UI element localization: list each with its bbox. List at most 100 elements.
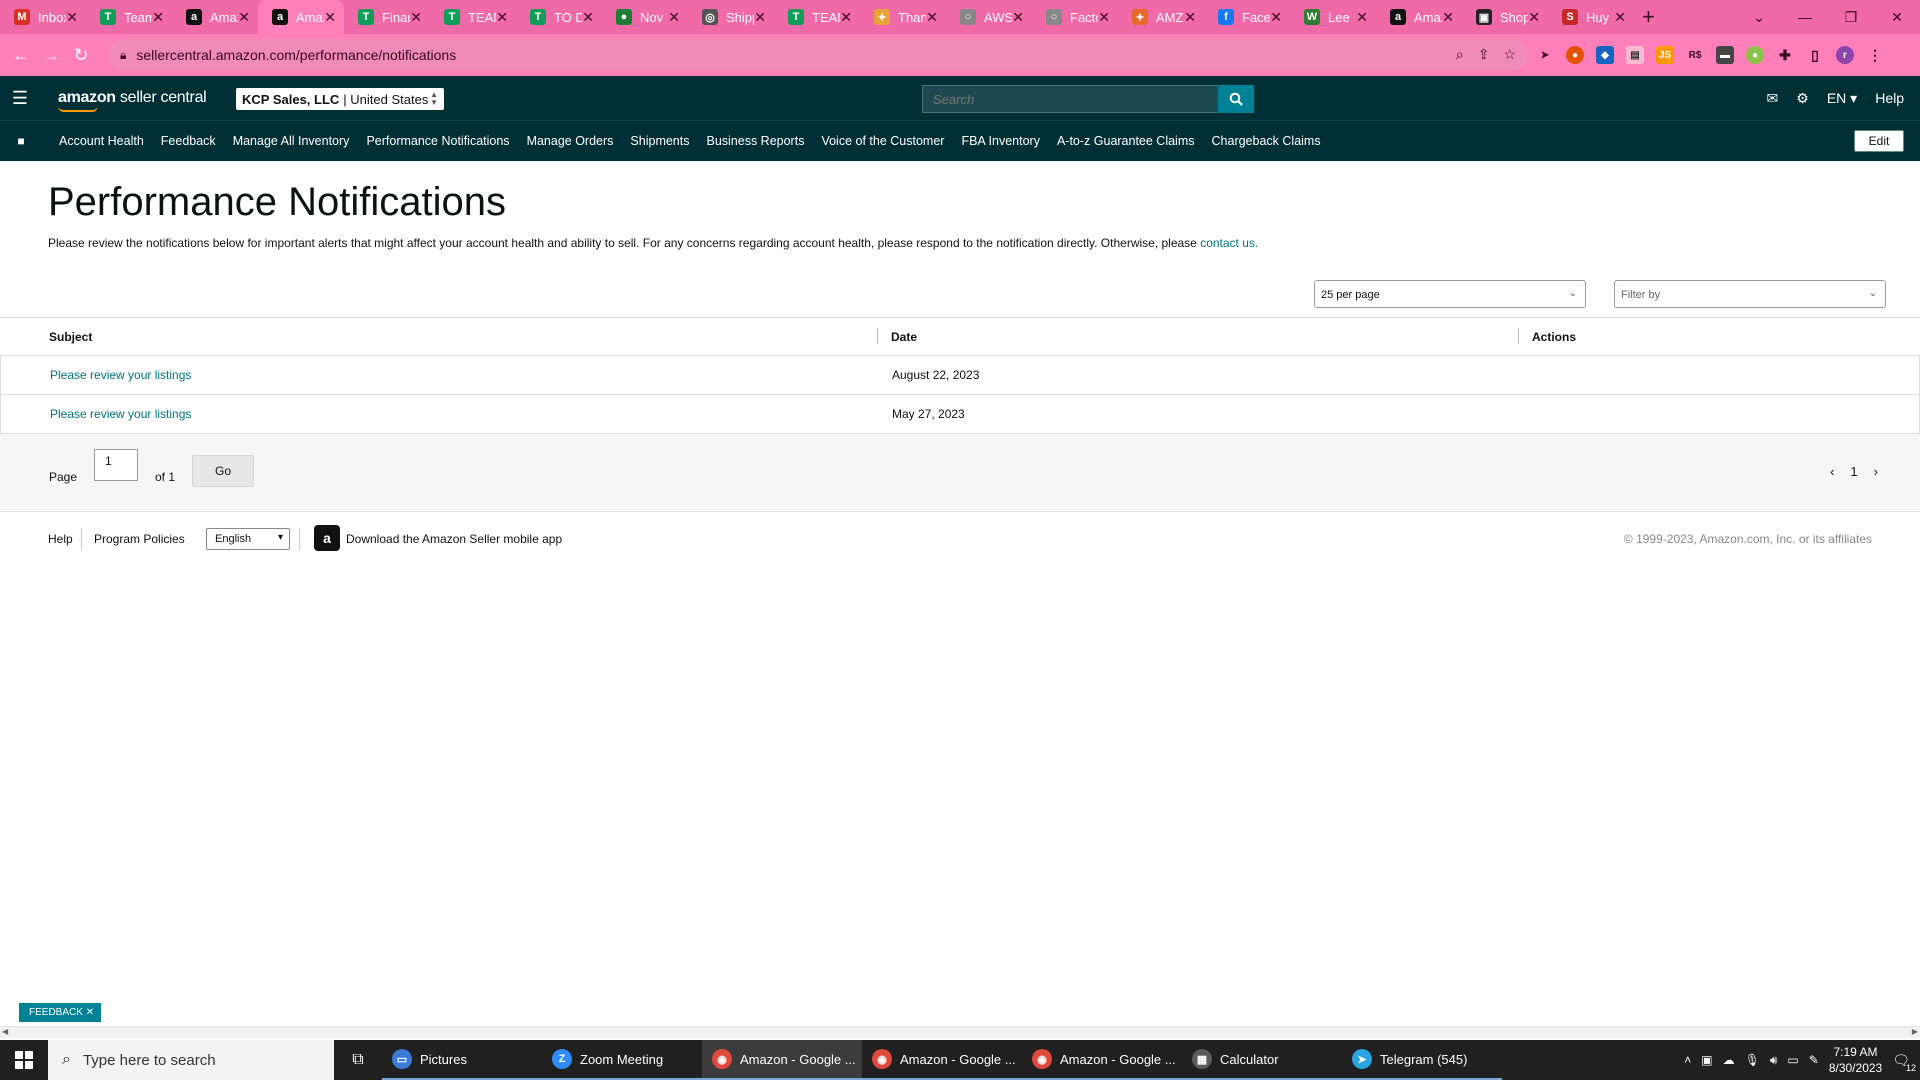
zoom-icon[interactable]: ⌕ <box>1456 46 1464 63</box>
tab-close-icon[interactable]: ✕ <box>1184 9 1196 26</box>
nav-item[interactable]: FBA Inventory <box>961 134 1040 148</box>
side-panel-icon[interactable]: ▯ <box>1806 46 1824 64</box>
settings-gear-icon[interactable]: ⚙ <box>1796 90 1809 107</box>
browser-tab[interactable]: ◎ Shipping✕ <box>688 0 774 34</box>
browser-tab[interactable]: T Finance✕ <box>344 0 430 34</box>
tab-search-icon[interactable]: ⌄ <box>1736 9 1782 26</box>
next-page-icon[interactable]: › <box>1874 464 1878 479</box>
language-selector[interactable]: EN ▾ <box>1827 90 1857 107</box>
nav-item[interactable]: Feedback <box>161 134 216 148</box>
nav-item[interactable]: Chargeback Claims <box>1212 134 1321 148</box>
column-subject[interactable]: Subject <box>49 330 92 344</box>
help-link[interactable]: Help <box>1875 90 1904 106</box>
browser-tab[interactable]: ✦ Thanks✕ <box>860 0 946 34</box>
browser-tab[interactable]: ▣ Shop ✕ <box>1462 0 1548 34</box>
minimize-icon[interactable]: — <box>1782 9 1828 25</box>
amazon-seller-central-logo[interactable]: amazon seller central <box>58 89 207 112</box>
current-page-number[interactable]: 1 <box>1850 464 1857 479</box>
column-date[interactable]: Date <box>891 330 917 344</box>
new-tab-button[interactable]: + <box>1642 4 1655 30</box>
footer-language-select[interactable]: English ▾ <box>206 528 290 550</box>
search-button[interactable] <box>1218 85 1254 113</box>
tab-close-icon[interactable]: ✕ <box>1098 9 1110 26</box>
tab-close-icon[interactable]: ✕ <box>410 9 422 26</box>
bookmark-star-icon[interactable]: ☆ <box>1503 46 1516 63</box>
browser-tab[interactable]: T Team ✕ <box>86 0 172 34</box>
extension-blue-icon[interactable]: ◆ <box>1596 46 1614 64</box>
scroll-left-icon[interactable]: ◀ <box>2 1027 8 1036</box>
notification-subject-link[interactable]: Please review your listings <box>50 368 191 382</box>
extension-page-icon[interactable]: ▤ <box>1626 46 1644 64</box>
pen-icon[interactable]: ✎ <box>1809 1053 1819 1067</box>
browser-tab[interactable]: M Inbox✕ <box>0 0 86 34</box>
notification-center-icon[interactable]: 🗨︎ 12 <box>1892 1052 1916 1073</box>
tab-close-icon[interactable]: ✕ <box>238 9 250 26</box>
tab-close-icon[interactable]: ✕ <box>496 9 508 26</box>
address-bar[interactable]: 🔒︎ sellercentral.amazon.com/performance/… <box>108 39 1528 71</box>
browser-tab[interactable]: W Lee ✕ <box>1290 0 1376 34</box>
nav-item[interactable]: Manage All Inventory <box>233 134 350 148</box>
extension-fire-icon[interactable]: ● <box>1566 46 1584 64</box>
extensions-puzzle-icon[interactable]: ✚ <box>1776 46 1794 64</box>
horizontal-scrollbar[interactable]: ◀ ▶ <box>0 1026 1920 1038</box>
extension-js-icon[interactable]: JS <box>1656 46 1674 64</box>
hamburger-menu-icon[interactable]: ☰ <box>0 88 40 109</box>
microphone-icon[interactable]: 🎙︎ <box>1745 1053 1760 1067</box>
taskbar-app[interactable]: ◉ Amazon - Google ... <box>1022 1040 1182 1080</box>
browser-tab[interactable]: ✦ AMZ ✕ <box>1118 0 1204 34</box>
browser-tab[interactable]: T TO DO✕ <box>516 0 602 34</box>
tab-close-icon[interactable]: ✕ <box>1528 9 1540 26</box>
nav-item[interactable]: Business Reports <box>706 134 804 148</box>
scroll-right-icon[interactable]: ▶ <box>1912 1027 1918 1036</box>
tab-close-icon[interactable]: ✕ <box>754 9 766 26</box>
nav-item[interactable]: Manage Orders <box>527 134 614 148</box>
extension-arrow-icon[interactable]: ➤ <box>1536 46 1554 64</box>
tab-close-icon[interactable]: ✕ <box>668 9 680 26</box>
mail-icon[interactable]: ✉ <box>1767 90 1779 107</box>
amazon-app-icon[interactable]: a <box>314 525 340 551</box>
network-icon[interactable]: ▭ <box>1787 1053 1798 1067</box>
previous-page-icon[interactable]: ‹ <box>1830 464 1834 479</box>
bookmark-icon[interactable]: ■ <box>0 134 42 148</box>
tab-close-icon[interactable]: ✕ <box>582 9 594 26</box>
browser-tab[interactable]: f Facebook✕ <box>1204 0 1290 34</box>
meet-now-icon[interactable]: ▣ <box>1701 1053 1712 1067</box>
url-text[interactable]: sellercentral.amazon.com/performance/not… <box>136 47 456 63</box>
taskbar-app[interactable]: Z Zoom Meeting <box>542 1040 702 1080</box>
taskbar-search[interactable]: ⌕ Type here to search <box>48 1040 334 1080</box>
browser-tab[interactable]: ○ AWS ✕ <box>946 0 1032 34</box>
close-window-icon[interactable]: ✕ <box>1874 9 1920 26</box>
taskbar-app[interactable]: ◉ Amazon - Google ... <box>702 1040 862 1080</box>
browser-menu-icon[interactable]: ⋮ <box>1866 46 1884 64</box>
nav-item[interactable]: Voice of the Customer <box>821 134 944 148</box>
tab-close-icon[interactable]: ✕ <box>152 9 164 26</box>
tab-close-icon[interactable]: ✕ <box>1614 9 1626 26</box>
tab-close-icon[interactable]: ✕ <box>840 9 852 26</box>
browser-tab[interactable]: a Amazon✕ <box>172 0 258 34</box>
back-icon[interactable]: ← <box>6 45 36 66</box>
browser-tab[interactable]: T TEAM✕ <box>774 0 860 34</box>
tray-expand-icon[interactable]: ˄ <box>1684 1053 1691 1067</box>
tab-close-icon[interactable]: ✕ <box>324 9 336 26</box>
tab-close-icon[interactable]: ✕ <box>1442 9 1454 26</box>
go-button[interactable]: Go <box>192 455 254 487</box>
volume-icon[interactable]: 🔊︎ <box>1770 1053 1778 1068</box>
tab-close-icon[interactable]: ✕ <box>66 9 78 26</box>
browser-tab[interactable]: ● Nov ✕ <box>602 0 688 34</box>
windows-start-button[interactable] <box>0 1040 48 1080</box>
notification-subject-link[interactable]: Please review your listings <box>50 407 191 421</box>
extension-off-icon[interactable]: ▬ <box>1716 46 1734 64</box>
edit-nav-button[interactable]: Edit <box>1854 130 1904 152</box>
search-input[interactable] <box>923 91 1213 107</box>
account-selector[interactable]: KCP Sales, LLC | United States ▲ ▼ <box>236 88 444 110</box>
nav-item[interactable]: Account Health <box>59 134 144 148</box>
onedrive-icon[interactable]: ☁ <box>1723 1053 1735 1067</box>
per-page-select[interactable]: 25 per page ⌄ <box>1314 280 1586 308</box>
profile-avatar[interactable]: r <box>1836 46 1854 64</box>
footer-help-link[interactable]: Help <box>48 532 73 546</box>
taskbar-app[interactable]: ➤ Telegram (545) <box>1342 1040 1502 1080</box>
browser-tab[interactable]: a Amazon✕ <box>1376 0 1462 34</box>
tab-close-icon[interactable]: ✕ <box>1356 9 1368 26</box>
program-policies-link[interactable]: Program Policies <box>94 532 185 546</box>
browser-tab[interactable]: S Huy ✕ <box>1548 0 1634 34</box>
